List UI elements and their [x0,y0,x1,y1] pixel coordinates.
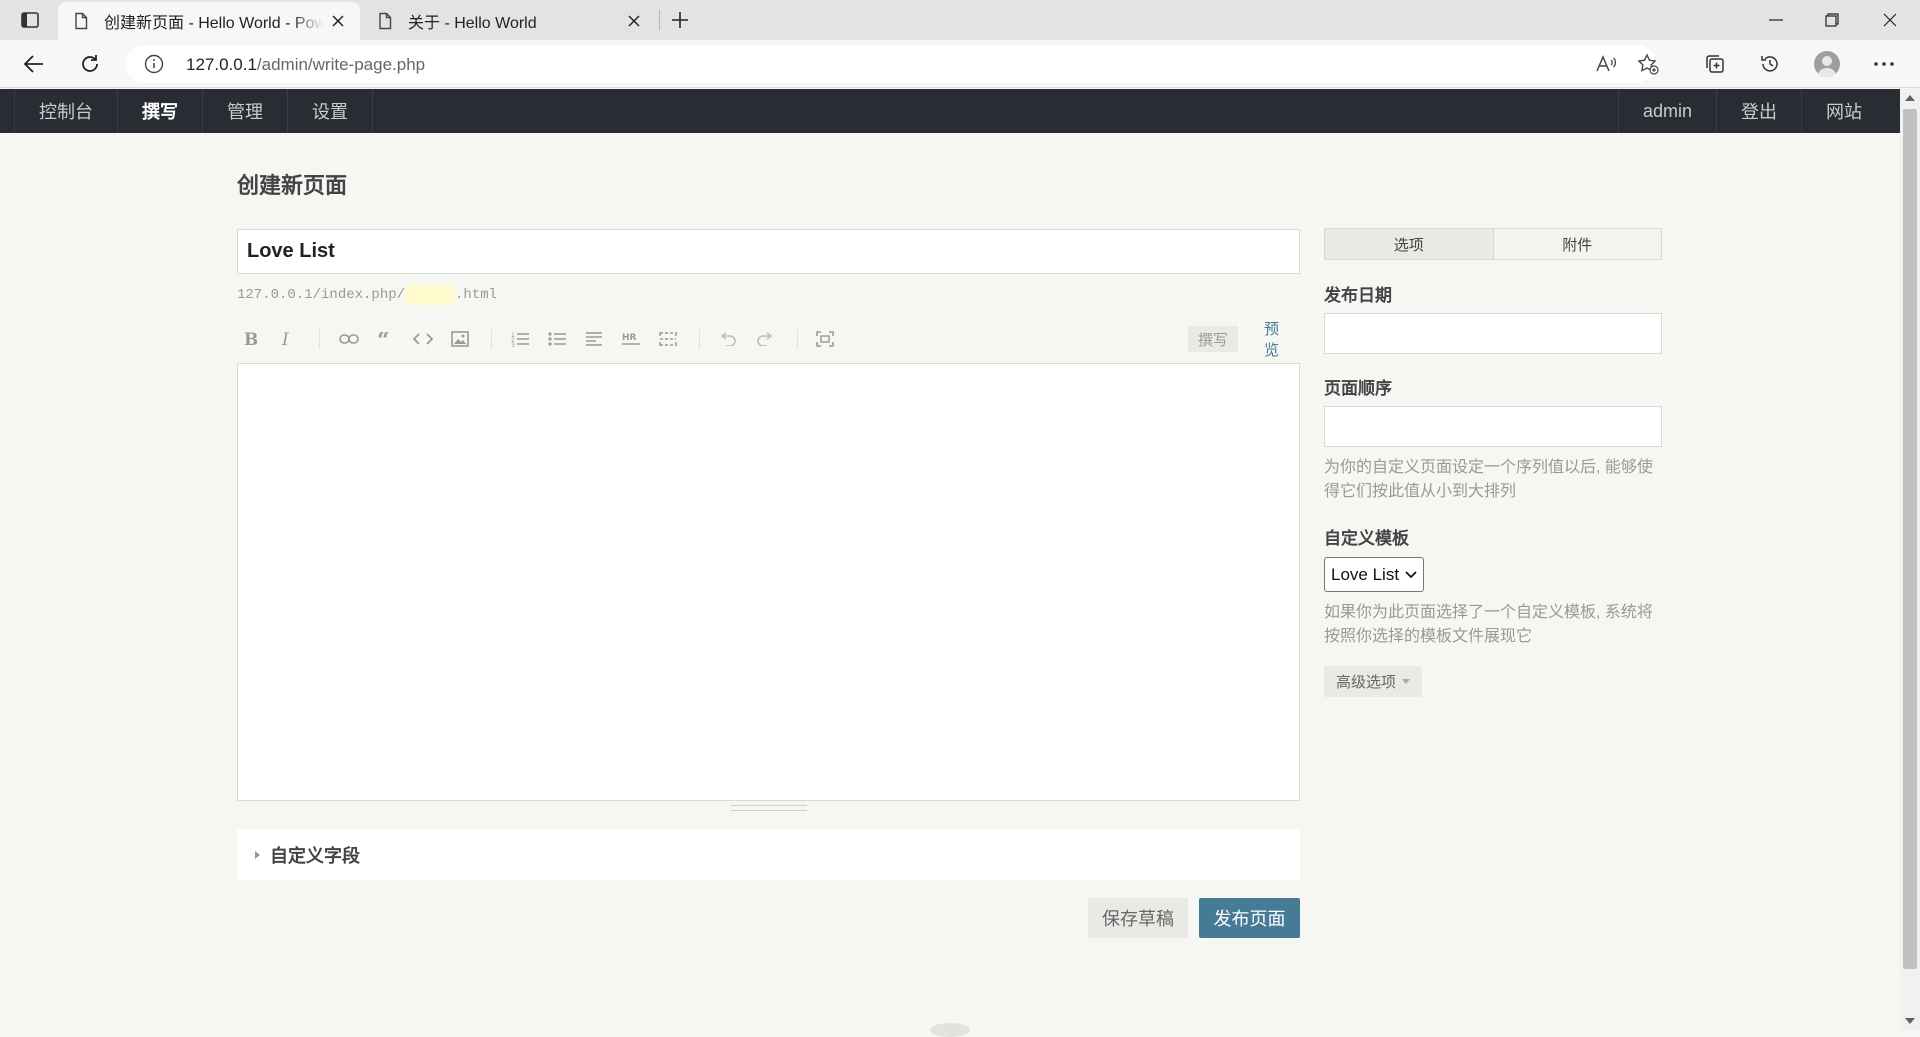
more-options-icon[interactable] [1866,46,1902,82]
template-select[interactable]: Love List [1324,557,1425,592]
sidebar-tabs: 选项 附件 [1324,228,1662,260]
content-editor[interactable] [237,363,1300,801]
undo-icon[interactable] [715,326,741,352]
menu-site[interactable]: 网站 [1801,89,1886,133]
save-draft-button[interactable]: 保存草稿 [1088,898,1188,938]
custom-fields-label: 自定义字段 [270,845,360,866]
url-text[interactable]: 127.0.0.1/admin/write-page.php [186,55,425,75]
menu-manage[interactable]: 管理 [203,89,288,133]
heading-icon[interactable] [581,326,607,352]
page-icon [376,12,394,30]
menu-settings[interactable]: 设置 [288,89,373,133]
publish-date-label: 发布日期 [1324,286,1392,305]
add-favorite-icon[interactable] [1636,52,1660,76]
editor-resize-handle[interactable] [731,805,807,811]
svg-text:B: B [244,331,257,347]
toolbar-separator [797,329,798,349]
scroll-down-icon[interactable] [1905,1018,1915,1024]
code-icon[interactable] [410,326,436,352]
link-icon[interactable] [336,326,362,352]
tab-separator [659,10,660,30]
slug-prefix: 127.0.0.1/index.php/ [237,287,406,303]
svg-text:HR: HR [622,333,637,343]
editor-toolbar: B I “ 123 HR 撰写 预览 [237,321,1300,359]
new-tab-icon[interactable] [666,6,694,34]
close-icon[interactable] [620,7,648,35]
restore-icon[interactable] [1804,0,1860,40]
toolbar-separator [491,329,492,349]
menu-logout[interactable]: 登出 [1716,89,1801,133]
template-description: 如果你为此页面选择了一个自定义模板, 系统将按照你选择的模板文件展现它 [1324,604,1653,645]
advanced-options-button[interactable]: 高级选项 [1324,666,1423,697]
browser-toolbar: 127.0.0.1/admin/write-page.php [0,40,1920,88]
page-order-input[interactable] [1324,406,1662,447]
redo-icon[interactable] [752,326,778,352]
advanced-options-label: 高级选项 [1336,674,1397,691]
address-bar[interactable]: 127.0.0.1/admin/write-page.php [126,45,1659,83]
window-close-icon[interactable] [1862,0,1918,40]
scrollbar-thumb[interactable] [1903,109,1917,969]
back-icon[interactable] [16,46,52,82]
menu-write[interactable]: 撰写 [118,89,203,133]
browser-tab[interactable]: 关于 - Hello World [362,2,656,40]
back-to-top-indicator [930,1023,970,1037]
history-icon[interactable] [1752,46,1788,82]
fullscreen-icon[interactable] [812,326,838,352]
caret-right-icon [255,850,260,859]
preview-mode-tab[interactable]: 预览 [1256,321,1300,359]
menu-user[interactable]: admin [1617,89,1716,133]
page-order-description: 为你的自定义页面设定一个序列值以后, 能够使得它们按此值从小到大排列 [1324,459,1653,500]
horizontal-rule-icon[interactable]: HR [618,326,644,352]
tab-actions-icon[interactable] [14,8,46,32]
more-break-icon[interactable] [655,326,681,352]
slug-suffix: .html [455,287,498,303]
tab-title: 关于 - Hello World [408,15,537,32]
template-label: 自定义模板 [1324,529,1409,548]
reload-icon[interactable] [72,46,108,82]
read-aloud-icon[interactable] [1594,52,1618,76]
bold-icon[interactable]: B [237,326,263,352]
quote-icon[interactable]: “ [373,326,399,352]
ordered-list-icon[interactable]: 123 [507,326,533,352]
close-icon[interactable] [324,7,352,35]
toolbar-separator [319,329,320,349]
collections-icon[interactable] [1697,46,1733,82]
write-mode-tab[interactable]: 撰写 [1188,326,1239,352]
page-title: 创建新页面 [237,173,348,198]
menu-dashboard[interactable]: 控制台 [14,89,118,133]
template-selected-value: Love List [1331,564,1400,584]
chevron-down-icon [1405,570,1417,579]
profile-avatar-icon[interactable] [1809,46,1845,82]
caret-down-icon [1402,679,1411,684]
browser-tab-active[interactable]: 创建新页面 - Hello World - Powered by Typecho [58,2,360,40]
page-icon [72,12,90,30]
publish-date-input[interactable] [1324,313,1662,354]
page-scrollbar[interactable] [1900,89,1920,1030]
toolbar-separator [699,329,700,349]
tab-title: 创建新页面 - Hello World - Powered by Typecho [104,15,324,32]
italic-icon[interactable]: I [274,326,300,352]
tab-attachments[interactable]: 附件 [1493,228,1662,260]
slug-input[interactable] [405,285,456,305]
site-info-icon[interactable] [144,54,164,74]
tab-options[interactable]: 选项 [1324,228,1494,260]
slug-row: 127.0.0.1/index.php/ .html [237,285,497,305]
page-order-label: 页面顺序 [1324,379,1392,398]
admin-menu-bar: 控制台 撰写 管理 设置 admin 登出 网站 [0,89,1900,133]
scroll-up-icon[interactable] [1905,95,1915,101]
svg-text:3: 3 [511,342,515,347]
custom-fields-toggle[interactable]: 自定义字段 [237,829,1300,880]
browser-tab-strip: 创建新页面 - Hello World - Powered by Typecho… [0,0,1920,40]
page-title-input[interactable]: Love List [237,229,1300,274]
publish-button[interactable]: 发布页面 [1199,898,1300,938]
svg-text:“: “ [377,332,390,346]
minimize-icon[interactable] [1748,0,1804,40]
unordered-list-icon[interactable] [544,326,570,352]
svg-text:I: I [281,331,289,347]
image-icon[interactable] [447,326,473,352]
